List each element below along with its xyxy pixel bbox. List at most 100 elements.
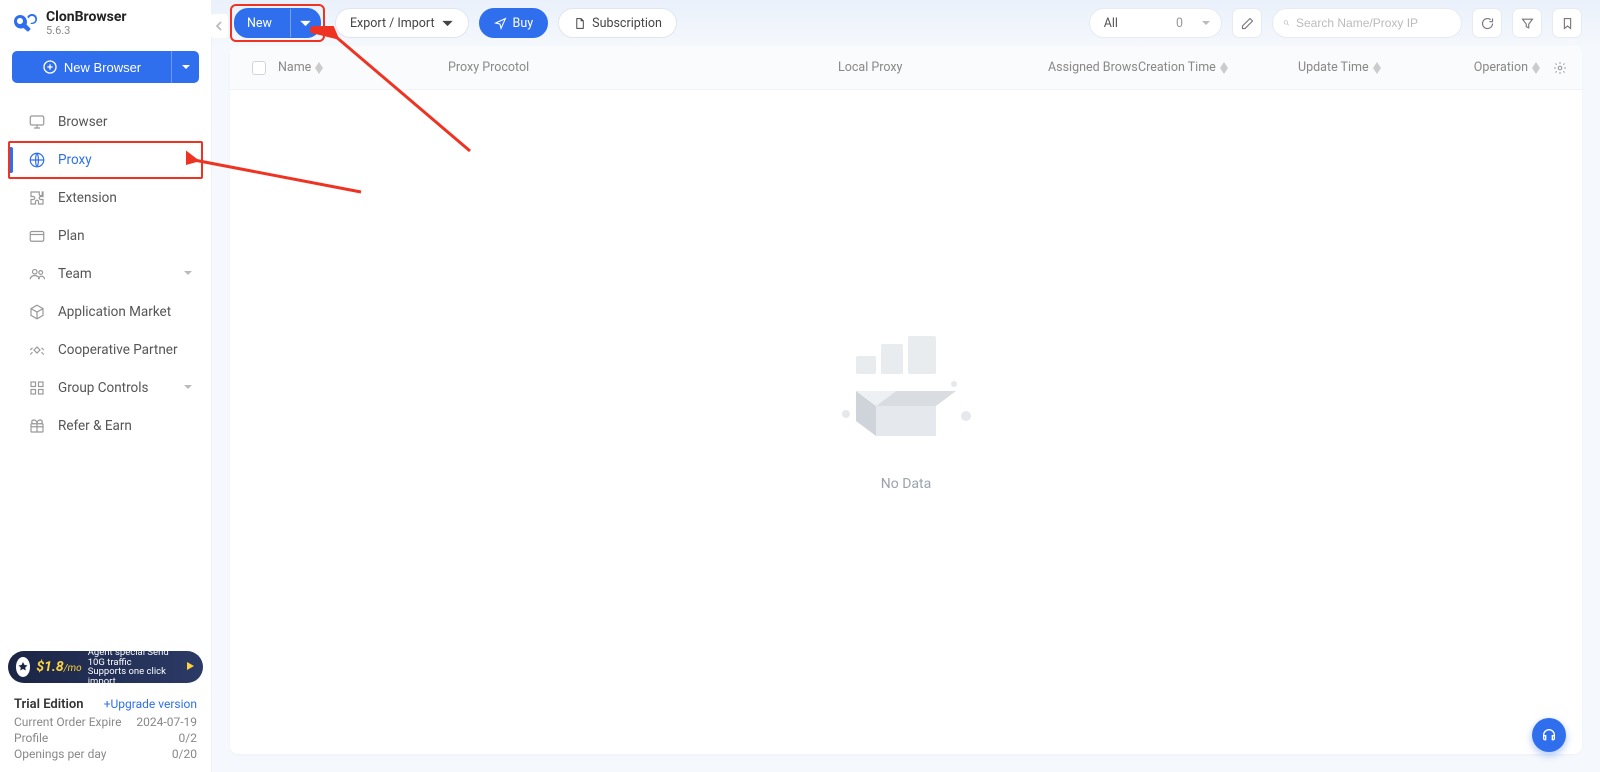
gear-icon — [1553, 61, 1567, 75]
new-browser-button[interactable]: New Browser — [12, 51, 171, 83]
sort-icon — [1532, 62, 1540, 74]
col-local-proxy: Local Proxy — [838, 60, 1048, 75]
toolbar: New Export / Import Buy Subscription All… — [212, 0, 1600, 46]
edition-label: Trial Edition — [14, 697, 83, 712]
content-panel: Name Proxy Procotol Local Proxy Assigned… — [230, 46, 1582, 754]
promo-text: Agent special Send 10G traffic Supports … — [88, 648, 179, 686]
promo-icon — [16, 657, 30, 677]
chevron-down-icon — [183, 266, 193, 282]
export-import-button[interactable]: Export / Import — [335, 8, 469, 38]
sort-icon — [1220, 62, 1228, 74]
refresh-button[interactable] — [1472, 8, 1502, 38]
buy-button[interactable]: Buy — [479, 8, 549, 38]
highlight-new: New — [230, 4, 325, 42]
sidebar-item-browser[interactable]: Browser — [0, 103, 211, 141]
sidebar-footer: Trial Edition +Upgrade version Current O… — [0, 693, 211, 772]
sidebar-item-label: Cooperative Partner — [58, 342, 178, 358]
sidebar: ClonBrowser 5.6.3 New Browser Browser Pr… — [0, 0, 212, 772]
funnel-icon — [1520, 16, 1535, 31]
grid-icon — [28, 379, 46, 397]
gift-icon — [28, 417, 46, 435]
table-settings[interactable] — [1548, 61, 1572, 75]
help-fab[interactable] — [1532, 718, 1566, 752]
col-updated[interactable]: Update Time — [1298, 60, 1473, 75]
chevron-down-icon — [181, 62, 191, 72]
sidebar-item-cooperative-partner[interactable]: Cooperative Partner — [0, 331, 211, 369]
sidebar-collapse[interactable] — [210, 14, 228, 38]
sort-icon — [1373, 62, 1381, 74]
col-assigned: Assigned Brows — [1048, 60, 1138, 75]
chevron-down-icon — [1201, 18, 1211, 28]
bookmark-icon — [1560, 16, 1575, 31]
sidebar-item-label: Proxy — [58, 152, 92, 168]
chevron-down-icon — [183, 380, 193, 396]
sidebar-item-refer-earn[interactable]: Refer & Earn — [0, 407, 211, 445]
new-button[interactable]: New — [235, 9, 284, 37]
document-icon — [573, 17, 586, 30]
users-icon — [28, 265, 46, 283]
subscription-button[interactable]: Subscription — [558, 8, 677, 38]
select-all-checkbox[interactable] — [240, 61, 278, 75]
sidebar-item-label: Plan — [58, 228, 85, 244]
app-logo: ClonBrowser 5.6.3 — [0, 0, 211, 43]
footer-value: 0/2 — [179, 731, 197, 745]
main-area: New Export / Import Buy Subscription All… — [212, 0, 1600, 772]
play-icon — [185, 661, 195, 674]
empty-box-icon — [826, 336, 986, 466]
new-button-dropdown[interactable] — [290, 9, 320, 37]
sidebar-item-team[interactable]: Team — [0, 255, 211, 293]
footer-label: Openings per day — [14, 747, 106, 761]
refresh-icon — [1480, 16, 1495, 31]
search-icon — [1283, 16, 1290, 30]
sort-icon — [315, 62, 323, 74]
new-button-group: New — [234, 8, 321, 38]
sidebar-item-plan[interactable]: Plan — [0, 217, 211, 255]
bookmark-button[interactable] — [1552, 8, 1582, 38]
sidebar-item-label: Group Controls — [58, 380, 148, 396]
col-protocol: Proxy Procotol — [448, 60, 838, 75]
footer-label: Profile — [14, 731, 48, 745]
search-box[interactable] — [1272, 8, 1462, 38]
handshake-icon — [28, 341, 46, 359]
footer-value: 2024-07-19 — [136, 715, 197, 729]
cube-icon — [28, 303, 46, 321]
sidebar-item-group-controls[interactable]: Group Controls — [0, 369, 211, 407]
sidebar-item-application-market[interactable]: Application Market — [0, 293, 211, 331]
sidebar-item-label: Team — [58, 266, 92, 282]
send-icon — [494, 17, 507, 30]
card-icon — [28, 227, 46, 245]
plus-circle-icon — [42, 59, 58, 75]
sidebar-item-label: Browser — [58, 114, 107, 130]
sidebar-nav: Browser Proxy Extension Plan Team Applic… — [0, 91, 211, 641]
col-created[interactable]: Creation Time — [1138, 60, 1298, 75]
pencil-icon — [1240, 16, 1255, 31]
app-name: ClonBrowser — [46, 10, 127, 25]
sidebar-item-label: Extension — [58, 190, 117, 206]
monitor-icon — [28, 113, 46, 131]
table-header: Name Proxy Procotol Local Proxy Assigned… — [230, 46, 1582, 90]
app-logo-icon — [14, 12, 38, 36]
sidebar-item-proxy[interactable]: Proxy — [8, 141, 203, 179]
globe-icon — [28, 151, 46, 169]
promo-price: $1.8/mo — [36, 659, 81, 675]
headset-icon — [1541, 727, 1557, 743]
upgrade-link[interactable]: +Upgrade version — [104, 697, 197, 711]
sidebar-item-label: Application Market — [58, 304, 171, 320]
puzzle-icon — [28, 189, 46, 207]
new-browser-label: New Browser — [64, 60, 141, 75]
sidebar-item-extension[interactable]: Extension — [0, 179, 211, 217]
promo-banner[interactable]: $1.8/mo Agent special Send 10G traffic S… — [8, 651, 203, 683]
filter-button[interactable] — [1512, 8, 1542, 38]
col-operation[interactable]: Operation — [1473, 60, 1548, 75]
chevron-down-icon — [299, 17, 312, 30]
filter-all-dropdown[interactable]: All 0 — [1089, 8, 1222, 38]
sidebar-item-label: Refer & Earn — [58, 418, 132, 434]
new-browser-dropdown[interactable] — [171, 51, 199, 83]
edit-button[interactable] — [1232, 8, 1262, 38]
footer-value: 0/20 — [172, 747, 197, 761]
search-input[interactable] — [1296, 16, 1451, 30]
empty-text: No Data — [881, 476, 931, 492]
footer-label: Current Order Expire — [14, 715, 121, 729]
empty-state: No Data — [230, 336, 1582, 492]
col-name[interactable]: Name — [278, 60, 448, 75]
